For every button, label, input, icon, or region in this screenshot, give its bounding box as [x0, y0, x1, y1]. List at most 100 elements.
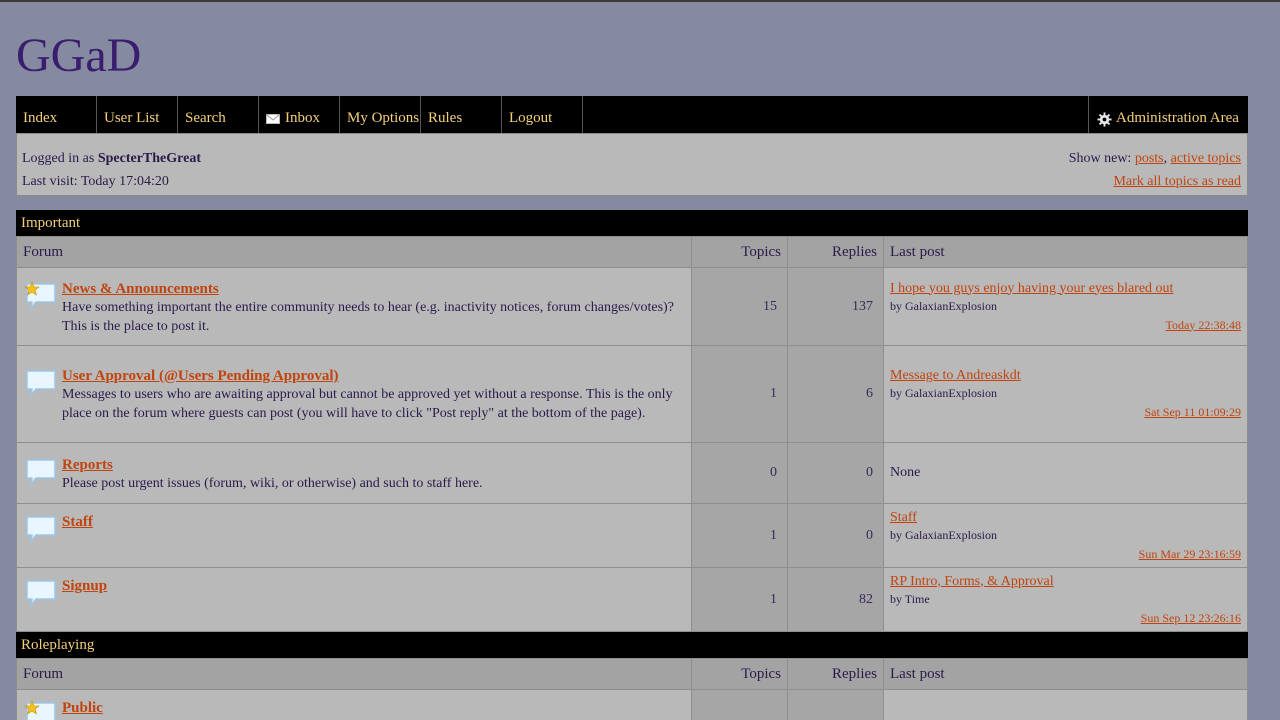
topics-count: 0: [691, 442, 788, 504]
speech-bubble-star-icon: [24, 280, 56, 311]
last-post-cell: I hope you guys enjoy having your eyes b…: [883, 267, 1248, 346]
status-right: Show new: posts, active topics Mark all …: [1069, 147, 1241, 193]
forum-cell: Signup: [16, 567, 692, 632]
last-post-author: by Time: [890, 591, 930, 606]
nav-logout-label: Logout: [509, 109, 553, 126]
last-post-cell: RP Intro, Forms, & Approval by Time Sun …: [883, 567, 1248, 632]
logged-in-line: Logged in as SpecterTheGreat: [22, 147, 201, 170]
nav-index-label: Index: [23, 109, 58, 126]
last-post-cell: Staff by GalaxianExplosion Sun Mar 29 23…: [883, 503, 1248, 568]
forum-cell: User Approval (@Users Pending Approval) …: [16, 345, 692, 443]
forum-icon-starred: [24, 280, 58, 316]
last-post-author: by GalaxianExplosion: [890, 298, 997, 313]
topics-count: [691, 689, 788, 720]
nav-admin-label: Administration Area: [1116, 109, 1239, 126]
envelope-icon: [266, 114, 280, 124]
last-post-date-link[interactable]: Sun Mar 29 23:16:59: [1139, 547, 1241, 561]
speech-bubble-icon: [26, 516, 56, 544]
section-important: Important Forum Topics Replies Last post…: [16, 210, 1248, 632]
forum-name-link[interactable]: News & Announcements: [62, 281, 684, 298]
table-row: Reports Please post urgent issues (forum…: [16, 442, 1248, 504]
last-post-link[interactable]: RP Intro, Forms, & Approval: [890, 574, 1241, 590]
header-replies: Replies: [787, 236, 884, 268]
topics-count: 1: [691, 345, 788, 443]
last-post-link[interactable]: Message to Andreaskdt: [890, 368, 1241, 384]
user-status-bar: Logged in as SpecterTheGreat Last visit:…: [16, 133, 1248, 196]
forum-table: Forum Topics Replies Last post Public: [16, 658, 1248, 720]
gear-icon: [1097, 111, 1112, 127]
replies-count: 82: [787, 567, 884, 632]
last-post-date-link[interactable]: Today 22:38:48: [1166, 318, 1242, 332]
nav-inbox-label: Inbox: [285, 109, 320, 126]
table-header-row: Forum Topics Replies Last post: [16, 236, 1248, 268]
speech-bubble-icon: [26, 580, 56, 608]
replies-count: 0: [787, 503, 884, 568]
forum-icon: [24, 578, 58, 613]
logged-in-prefix: Logged in as: [22, 151, 98, 166]
header-replies: Replies: [787, 658, 884, 690]
last-visit: Last visit: Today 17:04:20: [22, 174, 169, 189]
header-forum: Forum: [16, 236, 692, 268]
section-roleplaying: Roleplaying Forum Topics Replies Last po…: [16, 632, 1248, 720]
section-title: Roleplaying: [16, 632, 1248, 658]
nav-search-label: Search: [185, 109, 226, 126]
nav-my-options[interactable]: My Options: [340, 96, 421, 133]
site-title[interactable]: GGaD: [16, 30, 141, 82]
status-left: Logged in as SpecterTheGreat Last visit:…: [22, 147, 201, 193]
header-topics: Topics: [691, 658, 788, 690]
table-row: News & Announcements Have something impo…: [16, 267, 1248, 346]
table-header-row: Forum Topics Replies Last post: [16, 658, 1248, 690]
replies-count: 0: [787, 442, 884, 504]
table-row: Public: [16, 689, 1248, 720]
nav-rules[interactable]: Rules: [421, 96, 502, 133]
main-navbar: Index User List Search Inbox My Options …: [16, 96, 1248, 133]
forum-description: Please post urgent issues (forum, wiki, …: [62, 475, 483, 491]
last-post-author: by GalaxianExplosion: [890, 527, 997, 542]
nav-inbox[interactable]: Inbox: [259, 96, 340, 133]
forum-icon: [24, 457, 58, 492]
forum-name-link[interactable]: User Approval (@Users Pending Approval): [62, 368, 684, 385]
speech-bubble-icon: [26, 370, 56, 398]
forum-name-link[interactable]: Reports: [62, 457, 483, 474]
nav-rules-label: Rules: [428, 109, 463, 126]
last-post-link[interactable]: Staff: [890, 510, 1241, 526]
last-post-date-link[interactable]: Sun Sep 12 23:26:16: [1141, 611, 1241, 625]
mark-all-read-link[interactable]: Mark all topics as read: [1113, 174, 1241, 189]
topics-count: 15: [691, 267, 788, 346]
header-topics: Topics: [691, 236, 788, 268]
show-active-topics-link[interactable]: active topics: [1171, 151, 1241, 166]
forum-icon: [24, 368, 58, 403]
forum-cell: Reports Please post urgent issues (forum…: [16, 442, 692, 504]
replies-count: [787, 689, 884, 720]
forum-description: Messages to users who are awaiting appro…: [62, 387, 673, 421]
show-new-line: Show new: posts, active topics: [1069, 147, 1241, 170]
replies-count: 137: [787, 267, 884, 346]
nav-administration-area[interactable]: Administration Area: [1088, 96, 1248, 133]
nav-index[interactable]: Index: [16, 96, 97, 133]
show-new-label: Show new:: [1068, 151, 1135, 166]
last-post-cell: None: [883, 442, 1248, 504]
last-post-cell: Message to Andreaskdt by GalaxianExplosi…: [883, 345, 1248, 443]
header-forum: Forum: [16, 658, 692, 690]
forum-cell: Public: [16, 689, 692, 720]
last-post-link[interactable]: I hope you guys enjoy having your eyes b…: [890, 281, 1241, 297]
last-post-date-link[interactable]: Sat Sep 11 01:09:29: [1144, 405, 1241, 419]
top-border: [0, 0, 1280, 2]
last-post-author: by GalaxianExplosion: [890, 386, 997, 400]
section-title: Important: [16, 210, 1248, 236]
forum-icon-starred: [24, 700, 58, 720]
topics-count: 1: [691, 503, 788, 568]
topics-count: 1: [691, 567, 788, 632]
forum-name-link[interactable]: Public: [62, 700, 103, 717]
forum-cell: Staff: [16, 503, 692, 568]
nav-logout[interactable]: Logout: [502, 96, 583, 133]
nav-user-list-label: User List: [104, 109, 160, 126]
nav-user-list[interactable]: User List: [97, 96, 178, 133]
forum-table: Forum Topics Replies Last post News & An…: [16, 236, 1248, 632]
forum-name-link[interactable]: Staff: [62, 514, 93, 531]
nav-search[interactable]: Search: [178, 96, 259, 133]
show-new-posts-link[interactable]: posts: [1135, 151, 1164, 166]
forum-name-link[interactable]: Signup: [62, 578, 107, 595]
show-new-separator: ,: [1163, 151, 1171, 166]
